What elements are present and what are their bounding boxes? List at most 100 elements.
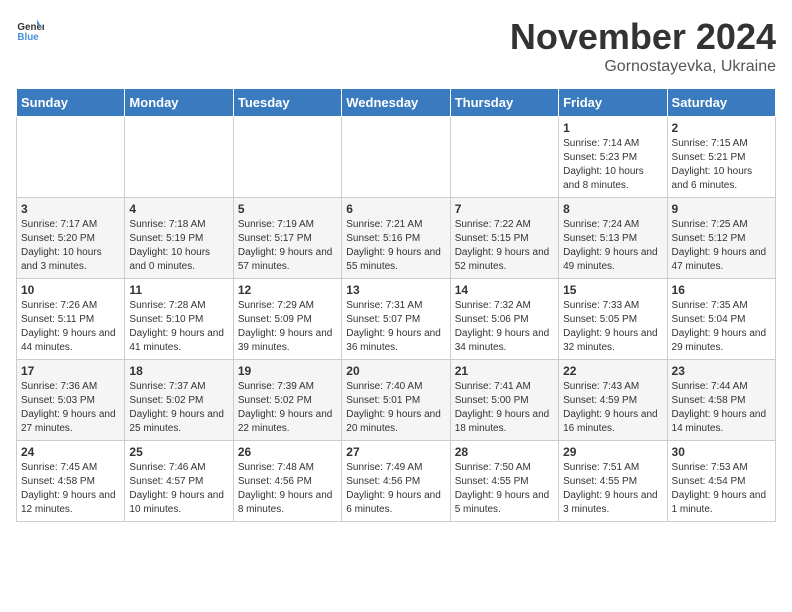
day-number: 2 [672,121,771,135]
day-info: Sunrise: 7:35 AM Sunset: 5:04 PM Dayligh… [672,299,771,355]
day-number: 8 [563,202,662,216]
calendar: SundayMondayTuesdayWednesdayThursdayFrid… [16,88,776,522]
day-number: 22 [563,364,662,378]
day-info: Sunrise: 7:21 AM Sunset: 5:16 PM Dayligh… [346,218,445,274]
day-info: Sunrise: 7:37 AM Sunset: 5:02 PM Dayligh… [129,380,228,436]
day-info: Sunrise: 7:39 AM Sunset: 5:02 PM Dayligh… [238,380,337,436]
calendar-day: 14 Sunrise: 7:32 AM Sunset: 5:06 PM Dayli… [450,279,558,360]
calendar-day: 15 Sunrise: 7:33 AM Sunset: 5:05 PM Dayli… [559,279,667,360]
calendar-day: 3 Sunrise: 7:17 AM Sunset: 5:20 PM Daylig… [17,198,125,279]
day-info: Sunrise: 7:53 AM Sunset: 4:54 PM Dayligh… [672,461,771,517]
header: General Blue November 2024 Gornostayevka… [16,16,776,76]
day-info: Sunrise: 7:51 AM Sunset: 4:55 PM Dayligh… [563,461,662,517]
day-number: 15 [563,283,662,297]
calendar-day: 20 Sunrise: 7:40 AM Sunset: 5:01 PM Dayli… [342,360,450,441]
day-number: 28 [455,445,554,459]
day-number: 30 [672,445,771,459]
calendar-day: 30 Sunrise: 7:53 AM Sunset: 4:54 PM Dayli… [667,441,775,522]
day-info: Sunrise: 7:19 AM Sunset: 5:17 PM Dayligh… [238,218,337,274]
calendar-day: 9 Sunrise: 7:25 AM Sunset: 5:12 PM Daylig… [667,198,775,279]
calendar-day: 5 Sunrise: 7:19 AM Sunset: 5:17 PM Daylig… [233,198,341,279]
calendar-day: 26Sunrise: 7:48 AM Sunset: 4:56 PM Dayli… [233,441,341,522]
calendar-day [17,117,125,198]
day-number: 7 [455,202,554,216]
day-info: Sunrise: 7:29 AM Sunset: 5:09 PM Dayligh… [238,299,337,355]
calendar-day: 10 Sunrise: 7:26 AM Sunset: 5:11 PM Dayli… [17,279,125,360]
day-info: Sunrise: 7:33 AM Sunset: 5:05 PM Dayligh… [563,299,662,355]
day-number: 9 [672,202,771,216]
day-header-saturday: Saturday [667,89,775,117]
calendar-day: 22 Sunrise: 7:43 AM Sunset: 4:59 PM Dayli… [559,360,667,441]
calendar-day: 2 Sunrise: 7:15 AM Sunset: 5:21 PM Daylig… [667,117,775,198]
calendar-day: 16 Sunrise: 7:35 AM Sunset: 5:04 PM Dayli… [667,279,775,360]
day-number: 5 [238,202,337,216]
day-info: Sunrise: 7:50 AM Sunset: 4:55 PM Dayligh… [455,461,554,517]
day-number: 16 [672,283,771,297]
calendar-day: 17 Sunrise: 7:36 AM Sunset: 5:03 PM Dayli… [17,360,125,441]
calendar-day: 27 Sunrise: 7:49 AM Sunset: 4:56 PM Dayli… [342,441,450,522]
day-number: 12 [238,283,337,297]
calendar-day: 19 Sunrise: 7:39 AM Sunset: 5:02 PM Dayli… [233,360,341,441]
day-number: 11 [129,283,228,297]
day-info: Sunrise: 7:32 AM Sunset: 5:06 PM Dayligh… [455,299,554,355]
day-number: 6 [346,202,445,216]
day-header-thursday: Thursday [450,89,558,117]
day-info: Sunrise: 7:40 AM Sunset: 5:01 PM Dayligh… [346,380,445,436]
calendar-day: 7 Sunrise: 7:22 AM Sunset: 5:15 PM Daylig… [450,198,558,279]
day-info: Sunrise: 7:22 AM Sunset: 5:15 PM Dayligh… [455,218,554,274]
day-info: Sunrise: 7:14 AM Sunset: 5:23 PM Dayligh… [563,137,662,193]
calendar-day: 12 Sunrise: 7:29 AM Sunset: 5:09 PM Dayli… [233,279,341,360]
day-header-sunday: Sunday [17,89,125,117]
day-info: Sunrise: 7:28 AM Sunset: 5:10 PM Dayligh… [129,299,228,355]
calendar-day [125,117,233,198]
day-info: Sunrise: 7:26 AM Sunset: 5:11 PM Dayligh… [21,299,120,355]
day-number: 3 [21,202,120,216]
calendar-day: 8 Sunrise: 7:24 AM Sunset: 5:13 PM Daylig… [559,198,667,279]
calendar-day: 4 Sunrise: 7:18 AM Sunset: 5:19 PM Daylig… [125,198,233,279]
day-info: Sunrise: 7:45 AM Sunset: 4:58 PM Dayligh… [21,461,120,517]
day-info: Sunrise: 7:36 AM Sunset: 5:03 PM Dayligh… [21,380,120,436]
day-number: 17 [21,364,120,378]
calendar-week-5: 24 Sunrise: 7:45 AM Sunset: 4:58 PM Dayli… [17,441,776,522]
day-info: Sunrise: 7:43 AM Sunset: 4:59 PM Dayligh… [563,380,662,436]
month-title: November 2024 [510,16,776,58]
day-info: Sunrise: 7:17 AM Sunset: 5:20 PM Dayligh… [21,218,120,274]
day-number: 20 [346,364,445,378]
calendar-day: 23Sunrise: 7:44 AM Sunset: 4:58 PM Dayli… [667,360,775,441]
calendar-day: 24 Sunrise: 7:45 AM Sunset: 4:58 PM Dayli… [17,441,125,522]
day-header-monday: Monday [125,89,233,117]
day-info: Sunrise: 7:15 AM Sunset: 5:21 PM Dayligh… [672,137,771,193]
day-info: Sunrise: 7:41 AM Sunset: 5:00 PM Dayligh… [455,380,554,436]
calendar-body: 1 Sunrise: 7:14 AM Sunset: 5:23 PM Daylig… [17,117,776,522]
day-number: 24 [21,445,120,459]
day-number: 19 [238,364,337,378]
calendar-day [342,117,450,198]
day-number: 4 [129,202,228,216]
day-info: Sunrise: 7:44 AM Sunset: 4:58 PM Dayligh… [672,380,771,436]
logo: General Blue [16,16,44,44]
day-number: 27 [346,445,445,459]
location-title: Gornostayevka, Ukraine [510,58,776,76]
calendar-day: 21Sunrise: 7:41 AM Sunset: 5:00 PM Dayli… [450,360,558,441]
calendar-week-2: 3 Sunrise: 7:17 AM Sunset: 5:20 PM Daylig… [17,198,776,279]
day-number: 29 [563,445,662,459]
day-number: 14 [455,283,554,297]
day-info: Sunrise: 7:49 AM Sunset: 4:56 PM Dayligh… [346,461,445,517]
calendar-day: 11 Sunrise: 7:28 AM Sunset: 5:10 PM Dayli… [125,279,233,360]
calendar-day: 1 Sunrise: 7:14 AM Sunset: 5:23 PM Daylig… [559,117,667,198]
day-number: 10 [21,283,120,297]
day-info: Sunrise: 7:18 AM Sunset: 5:19 PM Dayligh… [129,218,228,274]
calendar-week-4: 17 Sunrise: 7:36 AM Sunset: 5:03 PM Dayli… [17,360,776,441]
calendar-day: 28 Sunrise: 7:50 AM Sunset: 4:55 PM Dayli… [450,441,558,522]
day-number: 1 [563,121,662,135]
day-header-tuesday: Tuesday [233,89,341,117]
calendar-day: 6 Sunrise: 7:21 AM Sunset: 5:16 PM Daylig… [342,198,450,279]
day-header-wednesday: Wednesday [342,89,450,117]
calendar-day: 18Sunrise: 7:37 AM Sunset: 5:02 PM Dayli… [125,360,233,441]
calendar-week-3: 10 Sunrise: 7:26 AM Sunset: 5:11 PM Dayli… [17,279,776,360]
day-header-friday: Friday [559,89,667,117]
day-info: Sunrise: 7:24 AM Sunset: 5:13 PM Dayligh… [563,218,662,274]
calendar-day: 25Sunrise: 7:46 AM Sunset: 4:57 PM Dayli… [125,441,233,522]
svg-text:Blue: Blue [17,32,39,43]
day-info: Sunrise: 7:25 AM Sunset: 5:12 PM Dayligh… [672,218,771,274]
